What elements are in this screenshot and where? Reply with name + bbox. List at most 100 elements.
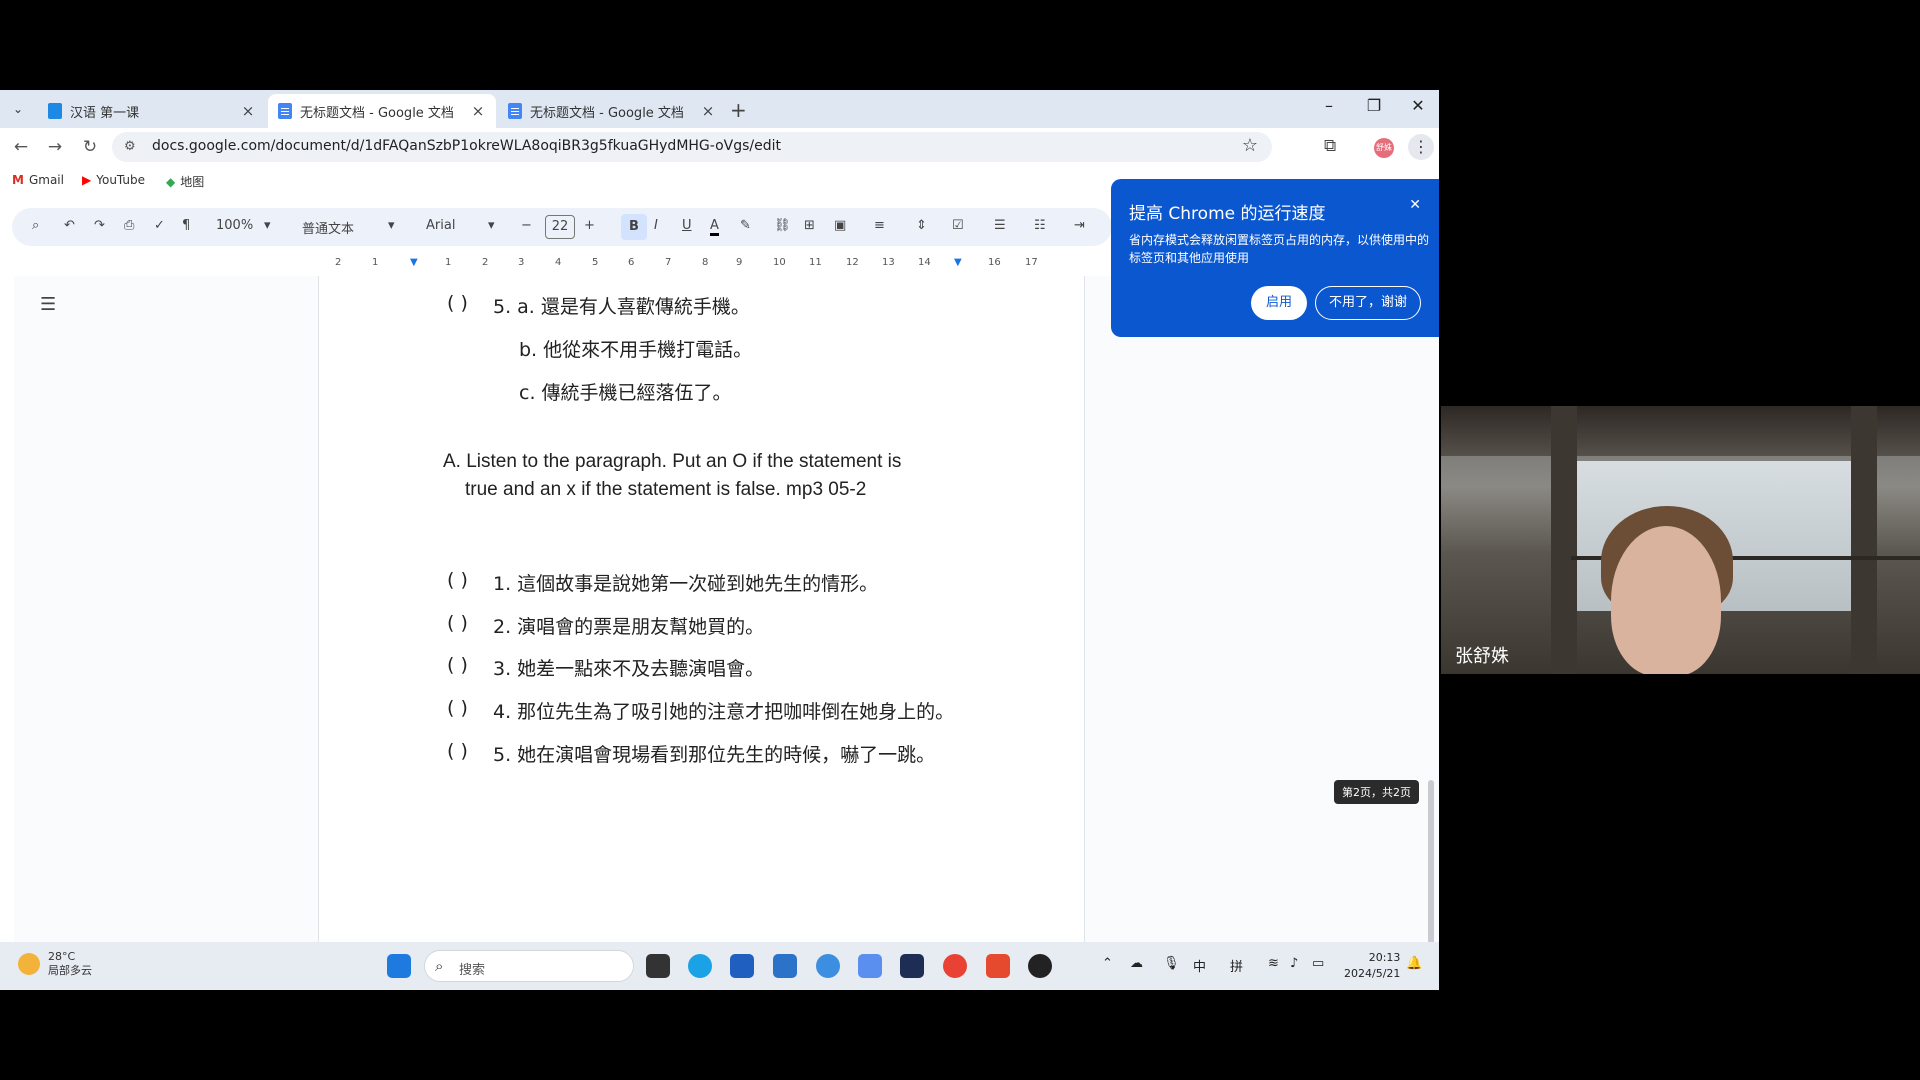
ruler-number: 14: [918, 257, 931, 268]
app-icon[interactable]: [858, 954, 882, 978]
comment-icon[interactable]: ⊞: [804, 218, 815, 233]
chevron-down-icon[interactable]: ▾: [488, 218, 495, 233]
app-icon[interactable]: [773, 954, 797, 978]
chevron-up-icon[interactable]: ⌃: [1102, 956, 1113, 971]
underline-button[interactable]: U: [682, 218, 692, 233]
undo-icon[interactable]: ↶: [64, 218, 75, 233]
volume-icon[interactable]: ♪: [1290, 956, 1298, 971]
tab-docs-active[interactable]: 无标题文档 - Google 文档 ×: [268, 94, 496, 128]
store-icon[interactable]: [730, 954, 754, 978]
ruler-number: 4: [555, 257, 562, 268]
document-page[interactable]: ( ) 5. a. 還是有人喜歡傳統手機。 b. 他從來不用手機打電話。 c. …: [318, 276, 1085, 946]
webcam-video: 张舒姝: [1441, 406, 1920, 674]
text-color-button[interactable]: A: [710, 218, 719, 236]
clock[interactable]: 20:13 2024/5/21: [1344, 950, 1400, 982]
indent-icon[interactable]: ⇥: [1074, 218, 1085, 233]
battery-icon[interactable]: ▭: [1312, 956, 1324, 971]
spellcheck-icon[interactable]: ✓: [154, 218, 165, 233]
link-icon[interactable]: ⛓: [774, 218, 791, 233]
new-tab-button[interactable]: +: [730, 98, 747, 122]
bold-button[interactable]: B: [621, 214, 647, 240]
wps-icon[interactable]: [986, 954, 1010, 978]
q5-paren: ( ): [447, 292, 468, 314]
font-size-input[interactable]: 22: [545, 215, 575, 239]
numbered-list-icon[interactable]: ☷: [1034, 218, 1046, 233]
statement-paren: ( ): [447, 612, 468, 634]
right-indent-marker-icon[interactable]: ▼: [954, 257, 962, 268]
tab-docs-2[interactable]: 无标题文档 - Google 文档 ×: [498, 94, 726, 128]
chevron-down-icon[interactable]: ▾: [264, 218, 271, 233]
media-player-icon[interactable]: [1028, 954, 1052, 978]
ruler-number: 9: [736, 257, 743, 268]
chrome-menu-icon[interactable]: ⋮: [1408, 134, 1434, 160]
taskbar: 28°C 局部多云 ⌕ 搜索 ⌃ ☁ 🎙 中 拼 ≋ ♪ ▭ 20:13 202…: [0, 942, 1439, 990]
tab-search-icon[interactable]: ⌄: [8, 99, 28, 119]
bookmark-star-icon[interactable]: ☆: [1242, 135, 1258, 156]
notification-bell-icon[interactable]: 🔔: [1406, 956, 1422, 971]
statement-text: 1. 這個故事是說她第一次碰到她先生的情形。: [493, 573, 879, 595]
close-icon[interactable]: ×: [470, 102, 486, 120]
chrome-icon[interactable]: [943, 954, 967, 978]
bookmark-maps[interactable]: ◆ 地图: [166, 173, 204, 190]
search-icon: ⌕: [435, 957, 444, 975]
ime-mode[interactable]: 中: [1193, 956, 1206, 975]
redo-icon[interactable]: ↷: [94, 218, 105, 233]
back-icon[interactable]: ←: [10, 136, 32, 158]
page-count-badge: 第2页，共2页: [1334, 780, 1419, 804]
enable-button[interactable]: 启用: [1251, 286, 1307, 320]
start-icon[interactable]: [387, 954, 411, 978]
ime-pinyin[interactable]: 拼: [1230, 956, 1243, 975]
reload-icon[interactable]: ↻: [79, 136, 101, 158]
print-icon[interactable]: ⎙: [124, 218, 134, 233]
image-icon[interactable]: ▣: [834, 218, 846, 233]
window-close-icon[interactable]: ✕: [1403, 96, 1433, 115]
outline-icon[interactable]: ☰: [40, 294, 56, 315]
decrease-font-button[interactable]: −: [521, 218, 532, 233]
address-bar[interactable]: ⚙ docs.google.com/document/d/1dFAQanSzbP…: [112, 132, 1272, 162]
zoom-select[interactable]: 100%: [216, 218, 253, 233]
site-info-icon[interactable]: ⚙: [124, 139, 136, 154]
docs-icon: [278, 103, 292, 119]
edge-icon[interactable]: [688, 954, 712, 978]
wifi-icon[interactable]: ≋: [1268, 956, 1279, 971]
increase-font-button[interactable]: +: [584, 218, 595, 233]
bookmark-gmail[interactable]: M Gmail: [12, 173, 64, 187]
search-menus-icon[interactable]: ⌕: [32, 218, 39, 233]
date: 2024/5/21: [1344, 967, 1401, 980]
extensions-icon[interactable]: ⧉: [1324, 136, 1336, 156]
font-select[interactable]: Arial: [426, 218, 455, 233]
microphone-icon[interactable]: 🎙: [1163, 956, 1180, 971]
close-icon[interactable]: ×: [240, 102, 256, 120]
ie-icon[interactable]: [816, 954, 840, 978]
style-select[interactable]: 普通文本: [302, 218, 354, 237]
close-icon[interactable]: ×: [700, 102, 716, 120]
close-icon[interactable]: ✕: [1409, 197, 1421, 213]
minimize-icon[interactable]: –: [1314, 96, 1344, 115]
chevron-down-icon[interactable]: ▾: [388, 218, 395, 233]
taskbar-search[interactable]: ⌕ 搜索: [424, 950, 634, 982]
forward-icon[interactable]: →: [44, 136, 66, 158]
align-icon[interactable]: ≡: [874, 218, 885, 233]
highlight-icon[interactable]: ✎: [740, 218, 751, 233]
paint-format-icon[interactable]: ¶: [182, 218, 190, 233]
app-icon[interactable]: [900, 954, 924, 978]
tab-hanyu[interactable]: 汉语 第一课 ×: [38, 94, 266, 128]
weather-widget[interactable]: 28°C 局部多云: [18, 950, 92, 978]
ruler-number: 7: [665, 257, 672, 268]
cloud-icon[interactable]: ☁: [1130, 956, 1143, 971]
tab-strip: ⌄ 汉语 第一课 × 无标题文档 - Google 文档 × 无标题文档 - G…: [0, 90, 1439, 128]
statement-text: 4. 那位先生為了吸引她的注意才把咖啡倒在她身上的。: [493, 701, 955, 723]
ruler-number: 11: [809, 257, 822, 268]
bookmark-youtube[interactable]: ▶ YouTube: [82, 173, 145, 187]
italic-button[interactable]: I: [654, 218, 658, 233]
profile-avatar[interactable]: 舒姝: [1374, 138, 1394, 158]
line-spacing-icon[interactable]: ⇕: [916, 218, 927, 233]
decline-button[interactable]: 不用了，谢谢: [1315, 286, 1421, 320]
checklist-icon[interactable]: ☑: [952, 218, 964, 233]
indent-marker-icon[interactable]: ▼: [410, 257, 418, 268]
task-view-icon[interactable]: [646, 954, 670, 978]
screen: ⌄ 汉语 第一课 × 无标题文档 - Google 文档 × 无标题文档 - G…: [0, 90, 1439, 990]
bulleted-list-icon[interactable]: ☰: [994, 218, 1006, 233]
ruler-number: 1: [445, 257, 452, 268]
restore-icon[interactable]: ❐: [1359, 96, 1389, 115]
